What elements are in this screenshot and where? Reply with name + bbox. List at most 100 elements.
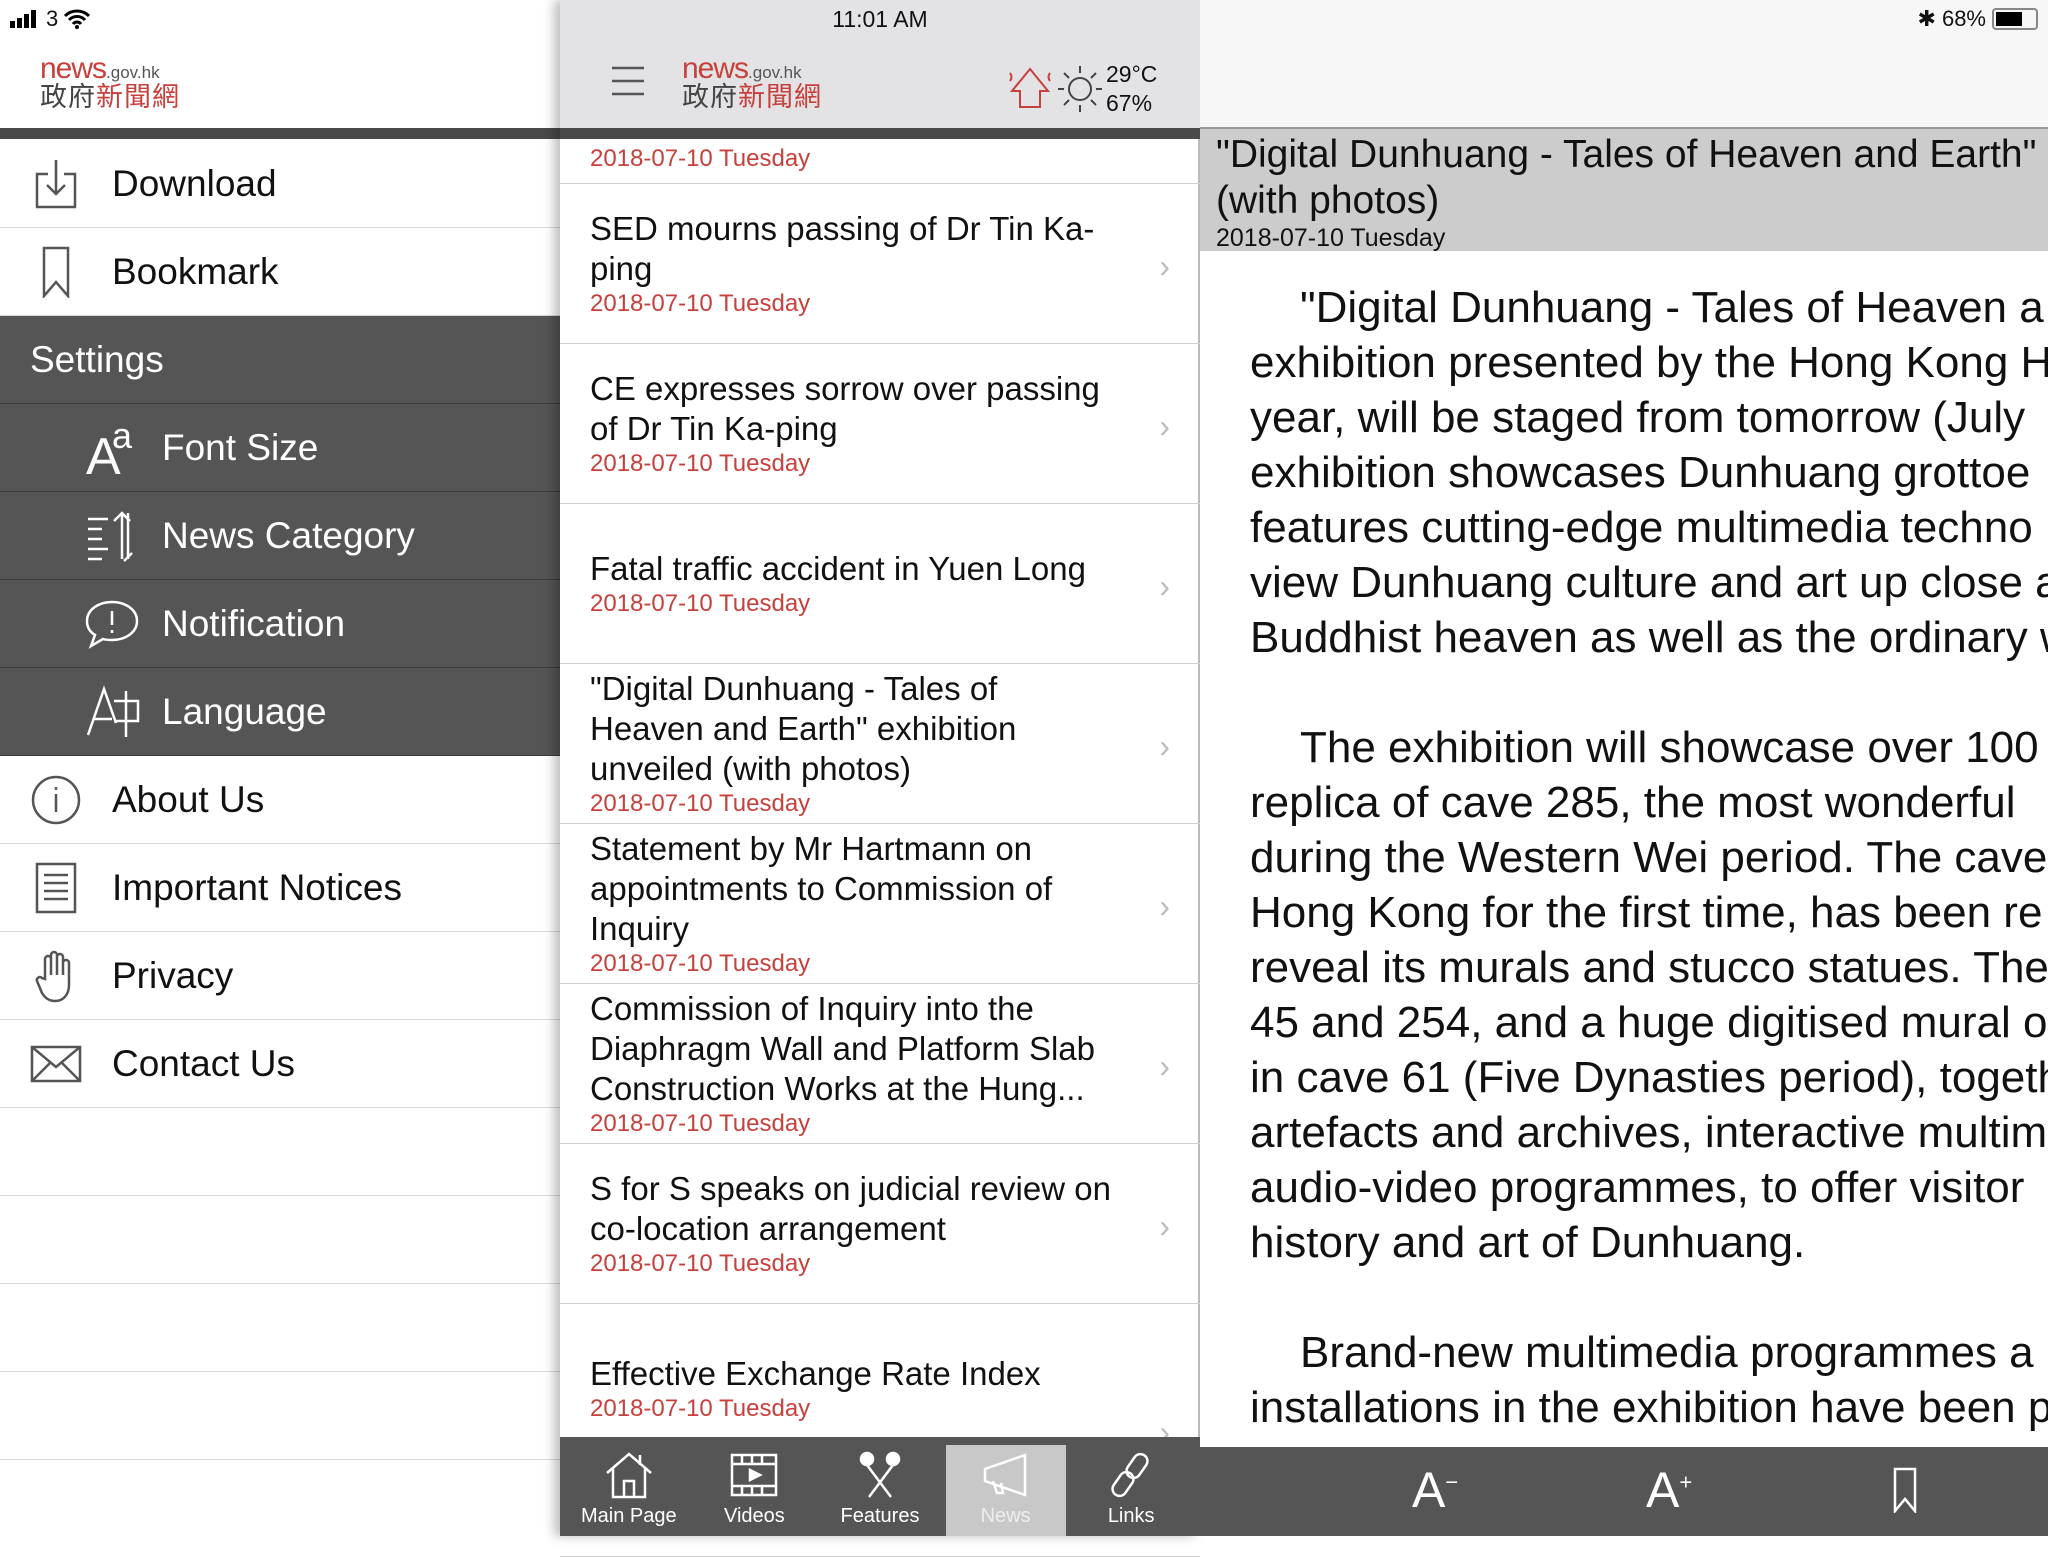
tab-features[interactable]: Features (820, 1445, 940, 1536)
news-list-item[interactable]: CE expresses sorrow over passing of Dr T… (560, 344, 1200, 504)
article-line: history and art of Dunhuang. (1250, 1218, 1806, 1267)
sidebar-item-privacy[interactable]: Privacy (0, 932, 560, 1020)
news-list-item[interactable]: "Digital Dunhuang - Tales of Heaven and … (560, 664, 1200, 824)
sidebar-item-font-size[interactable]: Aa Font Size (0, 404, 560, 492)
logo-text: news (40, 52, 107, 85)
tab-label: News (980, 1505, 1031, 1527)
hamburger-icon (612, 66, 644, 96)
empty-row (0, 1372, 560, 1460)
sort-icon (0, 509, 162, 563)
sunny-icon (1058, 66, 1102, 112)
tab-label: Main Page (580, 1505, 677, 1527)
logo-zh-red: 新聞網 (738, 82, 822, 112)
weather-widget[interactable]: 29°C 67% (1006, 60, 1157, 118)
sidebar-item-news-category[interactable]: News Category (0, 492, 560, 580)
empty-row (0, 1196, 560, 1284)
hand-icon (0, 949, 112, 1003)
news-date: 2018-07-10 Tuesday (590, 449, 811, 477)
tab-main-page[interactable]: Main Page (569, 1445, 689, 1536)
menu-button[interactable] (612, 66, 644, 101)
article-line: features cutting-edge multimedia techno (1250, 503, 2033, 552)
article-line: reveal its murals and stucco statues. Th… (1250, 943, 2048, 992)
bluetooth-icon: ✱ (1917, 6, 1936, 31)
info-icon (0, 774, 112, 826)
battery-percent: 68% (1941, 6, 1986, 31)
notification-icon (0, 599, 162, 649)
logo-zh-grey: 政府 (682, 82, 738, 112)
article-body[interactable]: "Digital Dunhuang - Tales of Heaven a exh… (1250, 280, 2048, 1490)
wifi-icon (64, 9, 91, 29)
bookmark-article-button[interactable] (1893, 1467, 1917, 1518)
news-list-item[interactable]: SED mourns passing of Dr Tin Ka-ping 2018… (560, 184, 1200, 344)
features-icon (859, 1451, 901, 1498)
news-title: Commission of Inquiry into the Diaphragm… (590, 989, 1095, 1107)
sidebar-item-important-notices[interactable]: Important Notices (0, 844, 560, 932)
svg-text:a: a (112, 418, 133, 456)
very-hot-warning-icon (1009, 67, 1051, 108)
sidebar-item-label: Font Size (162, 426, 319, 468)
news-list-item[interactable]: Statement by Mr Hartmann on appointments… (560, 824, 1200, 984)
article-line: exhibition presented by the Hong Kong H (1250, 338, 2048, 387)
news-title: "Digital Dunhuang - Tales of Heaven and … (590, 669, 1017, 787)
news-title: Effective Exchange Rate Index (590, 1355, 1041, 1392)
news-date: 2018-07-10 Tuesday (590, 145, 811, 172)
tab-label: Videos (723, 1505, 785, 1527)
temperature: 29°C (1106, 61, 1158, 87)
sidebar-item-label: Language (162, 690, 327, 732)
article-line: Hong Kong for the first time, has been r… (1250, 888, 2043, 937)
news-list-item[interactable]: S for S speaks on judicial review on co-… (560, 1144, 1200, 1304)
article-panel: ✱ 68% "Digital Dunhuang - Tales of Heave… (1200, 0, 2048, 1536)
list-item-partial[interactable]: 2018-07-10 Tuesday (560, 139, 1200, 184)
logo-text: news (682, 52, 749, 85)
news-title: S for S speaks on judicial review on co-… (590, 1169, 1111, 1247)
minus-icon: − (1445, 1469, 1459, 1495)
empty-row (0, 1284, 560, 1372)
decrease-font-button[interactable]: A− (1412, 1461, 1458, 1519)
article-paragraph: Brand-new multimedia programmes a install… (1250, 1325, 2048, 1435)
sidebar-item-download[interactable]: Download (0, 140, 560, 228)
tab-videos[interactable]: Videos (694, 1445, 814, 1536)
sidebar-item-label: Privacy (112, 954, 234, 996)
chevron-right-icon: › (1159, 1047, 1170, 1084)
signal-icon (10, 10, 36, 28)
chevron-right-icon: › (1159, 1207, 1170, 1244)
divider-bar (0, 128, 560, 139)
article-paragraph: The exhibition will showcase over 100 rep… (1250, 720, 2048, 1270)
logo-domain: .gov.hk (748, 63, 802, 82)
sidebar-item-contact-us[interactable]: Contact Us (0, 1020, 560, 1108)
tab-bar: Main Page Videos Features News Links (560, 1437, 1200, 1536)
home-icon (605, 1452, 652, 1499)
chevron-right-icon: › (1159, 727, 1170, 764)
app-logo: news.gov.hk 政府新聞網 (40, 54, 180, 111)
tab-links[interactable]: Links (1071, 1445, 1191, 1536)
sidebar-item-bookmark[interactable]: Bookmark (0, 228, 560, 316)
increase-font-button[interactable]: A+ (1646, 1461, 1692, 1519)
news-title: CE expresses sorrow over passing of Dr T… (590, 369, 1100, 447)
logo-domain: .gov.hk (106, 63, 160, 82)
article-title: "Digital Dunhuang - Tales of Heaven and … (1216, 133, 2037, 222)
news-list-item[interactable]: Fatal traffic accident in Yuen Long 2018-… (560, 504, 1200, 664)
sidebar-item-label: Bookmark (112, 250, 279, 292)
video-icon (731, 1453, 778, 1497)
article-line: Buddhist heaven as well as the ordinary … (1250, 613, 2048, 662)
sidebar-item-label: News Category (162, 514, 415, 556)
article-line: Brand-new multimedia programmes a (1300, 1328, 2034, 1377)
article-line: in cave 61 (Five Dynasties period), toge… (1250, 1053, 2048, 1102)
chevron-right-icon: › (1159, 567, 1170, 604)
language-icon (0, 684, 162, 739)
header-logo[interactable]: news.gov.hk 政府新聞網 (682, 54, 822, 111)
news-date: 2018-07-10 Tuesday (590, 949, 811, 977)
news-date: 2018-07-10 Tuesday (590, 789, 811, 817)
sidebar-item-about-us[interactable]: About Us (0, 756, 560, 844)
article-line: exhibition showcases Dunhuang grottoe (1250, 448, 2031, 497)
link-icon (1111, 1452, 1149, 1498)
tab-news[interactable]: News (945, 1445, 1066, 1536)
news-list-item[interactable]: Commission of Inquiry into the Diaphragm… (560, 984, 1200, 1144)
tab-label: Features (840, 1505, 920, 1527)
logo-zh-red: 新聞網 (96, 82, 180, 112)
news-title: SED mourns passing of Dr Tin Ka-ping (590, 209, 1095, 287)
sidebar-item-language[interactable]: Language (0, 668, 560, 756)
sidebar-item-notification[interactable]: Notification (0, 580, 560, 668)
sidebar-item-label: About Us (112, 778, 265, 820)
article-line: artefacts and archives, interactive mult… (1250, 1108, 2048, 1157)
